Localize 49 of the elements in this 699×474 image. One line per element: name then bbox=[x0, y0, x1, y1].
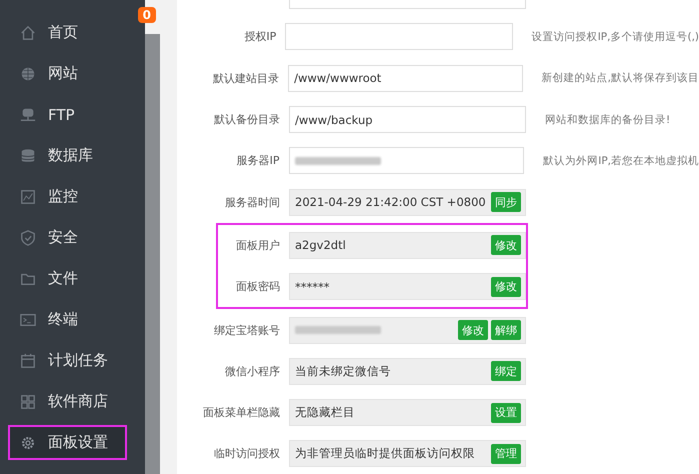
scrollbar[interactable] bbox=[145, 34, 160, 474]
field-hint: 默认为外网IP,若您在本地虚拟机 bbox=[543, 154, 699, 168]
field-label: 绑定宝塔账号 bbox=[213, 322, 281, 338]
field-value: 无隐藏栏目 bbox=[295, 405, 356, 420]
field-value: a2gv2dtl bbox=[295, 238, 347, 252]
field-value: /www/backup bbox=[295, 112, 374, 127]
monitor-icon bbox=[20, 188, 36, 204]
field-label: 面板密码 bbox=[235, 279, 281, 294]
field-value: /www/wwwroot bbox=[294, 71, 382, 86]
terminal-icon bbox=[20, 312, 36, 328]
grid-icon bbox=[20, 394, 36, 410]
sidebar-item[interactable]: 网站 bbox=[0, 53, 145, 94]
sidebar-item[interactable]: 终端 bbox=[0, 299, 145, 340]
field-hint: 网站和数据库的备份目录! bbox=[545, 112, 670, 127]
field-hint: 设置访问授权IP,多个请使用逗号(,) bbox=[532, 30, 699, 44]
field-label: 服务器IP bbox=[236, 153, 280, 168]
field-label: 授权IP bbox=[243, 29, 278, 44]
globe-icon bbox=[20, 66, 36, 82]
sidebar-item[interactable]: 文件 bbox=[0, 258, 145, 299]
sidebar-item[interactable]: 软件商店 bbox=[0, 381, 145, 422]
database-icon bbox=[20, 148, 36, 164]
field-label: 默认建站目录 bbox=[212, 70, 280, 86]
field-value: ****** bbox=[295, 280, 330, 294]
field-hint: 新创建的站点,默认将保存到该目 bbox=[542, 71, 699, 86]
sidebar-item[interactable]: 数据库 bbox=[0, 135, 145, 176]
sidebar-item[interactable]: FTP bbox=[0, 94, 145, 135]
field-value: 为非管理员临时提供面板访问权限 bbox=[295, 446, 476, 462]
input-field[interactable]: /www/backup bbox=[289, 106, 526, 134]
notification-badge: 0 bbox=[138, 7, 156, 23]
sidebar-item[interactable]: 面板设置 bbox=[8, 425, 127, 460]
settings-icon bbox=[20, 434, 36, 450]
sidebar-item[interactable]: 监控 bbox=[0, 176, 145, 217]
field-label: 面板菜单栏隐藏 bbox=[202, 405, 281, 420]
input-field[interactable] bbox=[285, 23, 513, 50]
field-label: 服务器时间 bbox=[224, 194, 281, 210]
input-field[interactable]: /www/wwwroot bbox=[288, 64, 523, 92]
input-field[interactable] bbox=[288, 147, 524, 174]
home-icon bbox=[20, 24, 36, 40]
field-value: 2021-04-29 21:42:00 CST +0800 bbox=[295, 195, 487, 210]
field-value: 当前未绑定微信号 bbox=[295, 364, 392, 379]
field-label: 默认备份目录 bbox=[213, 112, 281, 128]
sidebar-item[interactable]: 计划任务 bbox=[0, 340, 145, 381]
field-label: 微信小程序 bbox=[224, 364, 281, 379]
shield-icon bbox=[20, 230, 36, 246]
field-label: 面板用户 bbox=[235, 238, 281, 253]
server-icon bbox=[20, 106, 36, 122]
field-label: 临时访问授权 bbox=[213, 446, 281, 462]
calendar-icon bbox=[20, 352, 36, 368]
sidebar-item[interactable]: 安全 bbox=[0, 217, 145, 258]
